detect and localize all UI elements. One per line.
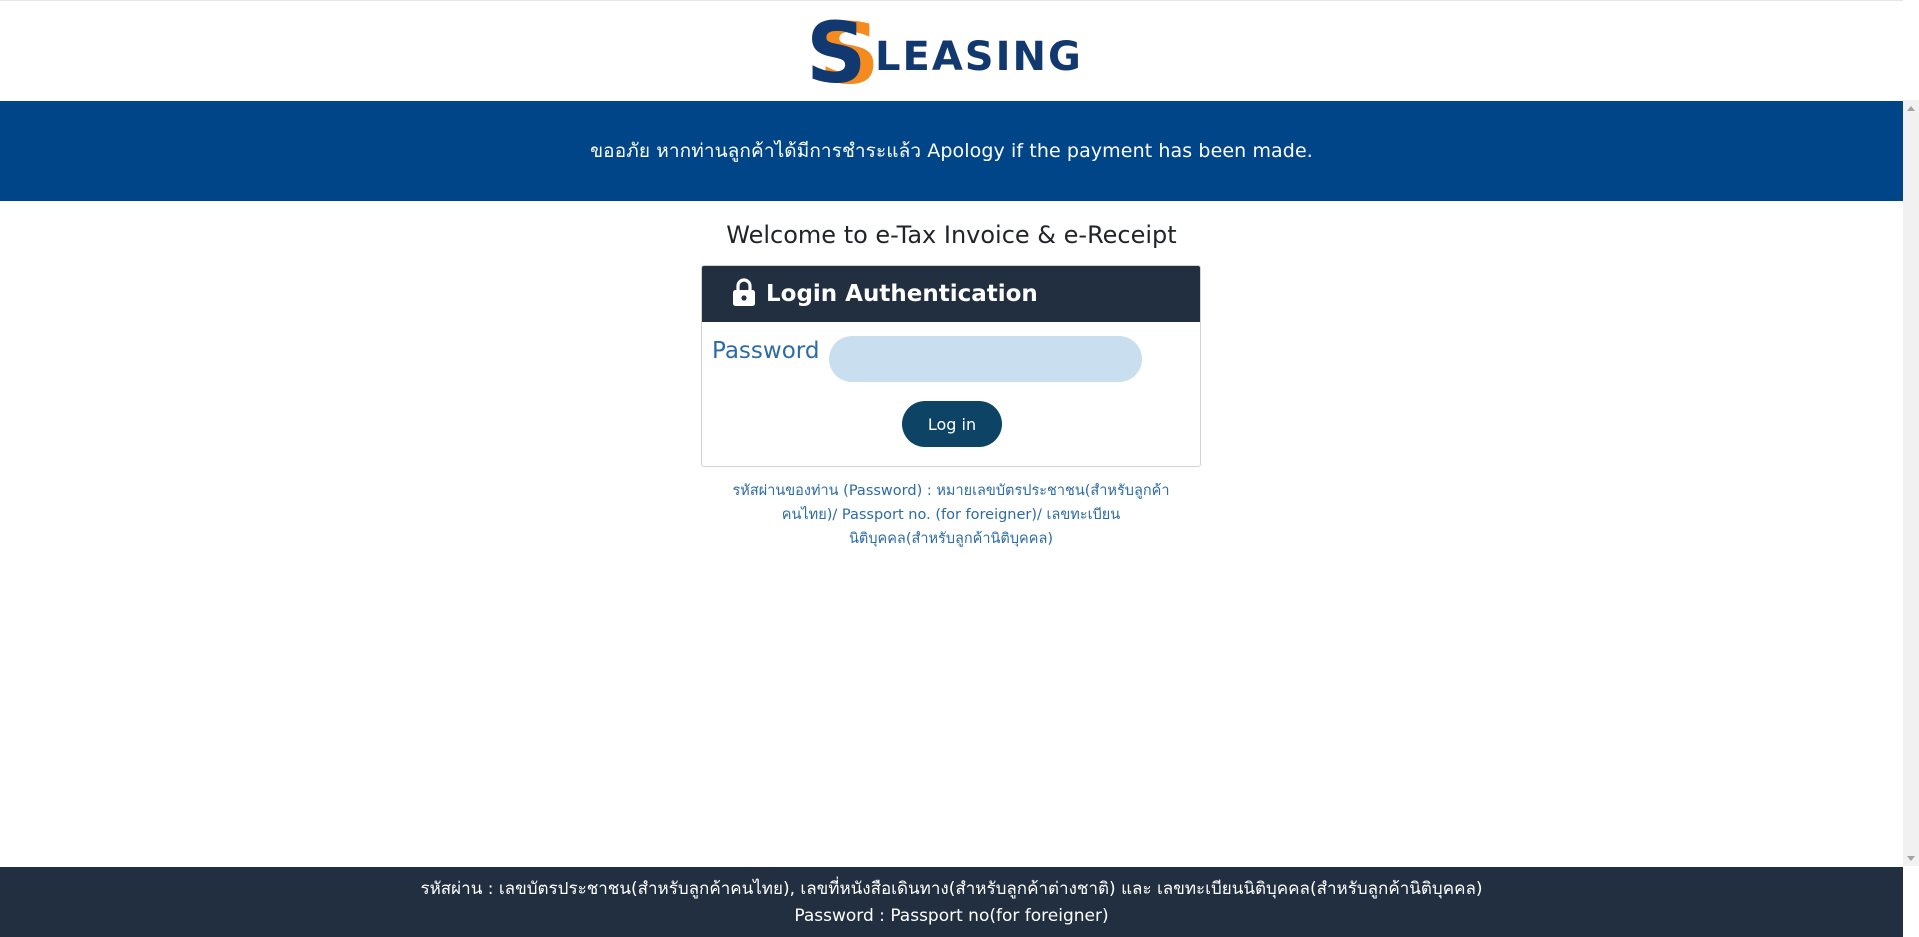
scrollbar-gap: [1903, 0, 1919, 100]
notice-banner: ขออภัย หากท่านลูกค้าได้มีการชำระแล้ว Apo…: [0, 101, 1903, 201]
site-header: S S LEASING: [0, 1, 1903, 101]
login-card: Login Authentication Password Log in: [701, 265, 1201, 467]
password-input[interactable]: [829, 336, 1142, 382]
scroll-up-arrow-icon[interactable]: [1903, 100, 1919, 116]
password-hint-line: รหัสผ่านของท่าน (Password) : หมายเลขบัตร…: [732, 483, 1170, 499]
login-button[interactable]: Log in: [902, 401, 1002, 447]
vertical-scrollbar[interactable]: [1903, 100, 1919, 866]
login-card-header: Login Authentication: [702, 266, 1200, 322]
password-hint-line: คนไทย)/ Passport no. (for foreigner)/ เล…: [781, 507, 1121, 523]
password-hint: รหัสผ่านของท่าน (Password) : หมายเลขบัตร…: [720, 479, 1182, 551]
banner-text: ขออภัย หากท่านลูกค้าได้มีการชำระแล้ว Apo…: [590, 140, 1313, 162]
site-footer: รหัสผ่าน : เลขบัตรประชาชน(สำหรับลูกค้าคน…: [0, 867, 1903, 937]
password-row: Password: [712, 336, 1142, 382]
password-label: Password: [712, 338, 820, 364]
scroll-down-arrow-icon[interactable]: [1903, 850, 1919, 866]
page-title: Welcome to e-Tax Invoice & e-Receipt: [726, 221, 1177, 249]
logo-wordmark: LEASING: [875, 34, 1083, 80]
password-hint-line: นิติบุคคล(สำหรับลูกค้านิติบุคคล): [849, 531, 1053, 547]
footer-line-thai: รหัสผ่าน : เลขบัตรประชาชน(สำหรับลูกค้าคน…: [420, 879, 1483, 899]
footer-line-english: Password : Passport no(for foreigner): [794, 906, 1109, 926]
brand-logo-graphic: S S LEASING: [806, 15, 1083, 89]
logo-s-blue: S: [806, 15, 867, 89]
brand-logo[interactable]: S S LEASING: [805, 15, 1115, 89]
lock-icon: [733, 278, 755, 306]
page: S S LEASING ขออภัย หากท่านลูกค้าได้มีการ…: [0, 0, 1903, 937]
login-card-title: Login Authentication: [766, 281, 1038, 307]
